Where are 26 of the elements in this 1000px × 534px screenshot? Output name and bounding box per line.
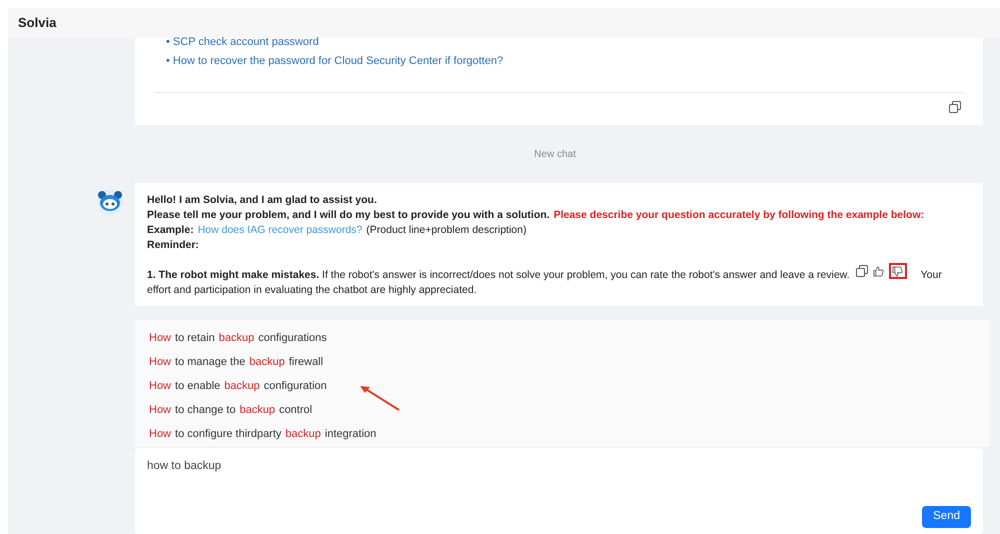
- request-text: Please tell me your problem, and I will do my best to provide you with a solution.: [147, 208, 550, 223]
- example-note: (Product line+problem description): [366, 223, 526, 238]
- related-link[interactable]: • How to recover the password for Cloud Security Center if forgotten?: [154, 54, 964, 68]
- robot-avatar-icon: [97, 189, 123, 215]
- example-label: Example:: [147, 223, 194, 238]
- copy-icon[interactable]: [949, 101, 961, 113]
- reminder-text: effort and participation in evaluating the chatbot are highly appreciated.: [147, 283, 478, 298]
- thumbs-down-button[interactable]: [888, 263, 907, 279]
- instruction-text: Please describe your question accurately by following the example below:: [554, 208, 924, 223]
- suggestion-item[interactable]: How to enable backup configuration: [149, 374, 327, 398]
- greeting-text: Hello! I am Solvia, and I am glad to assist you.: [147, 193, 378, 208]
- related-link[interactable]: • SCP check account password: [154, 35, 964, 49]
- message-input[interactable]: how to backup: [147, 458, 971, 476]
- suggestion-item[interactable]: How to change to backup control: [149, 398, 312, 422]
- annotation-arrow: [360, 385, 400, 411]
- new-chat-label: New chat: [534, 148, 576, 162]
- reminder-text: 1. The robot might make mistakes. If the robot's answer is incorrect/does not solve your problem, you can rate the robot's answer and leave a review.: [147, 268, 850, 283]
- copy-icon[interactable]: [856, 265, 868, 277]
- app-title: Solvia: [18, 14, 56, 32]
- reminder-label: Reminder:: [147, 238, 200, 253]
- suggestion-item[interactable]: How to manage the backup firewall: [149, 350, 324, 374]
- thumbs-up-icon[interactable]: [872, 266, 884, 276]
- suggestion-item[interactable]: How to configure thirdparty backup integration: [149, 422, 376, 446]
- suggestion-item[interactable]: How to retain backup configurations: [149, 326, 327, 350]
- reminder-text: Your: [920, 268, 942, 283]
- send-button[interactable]: Send: [922, 506, 971, 528]
